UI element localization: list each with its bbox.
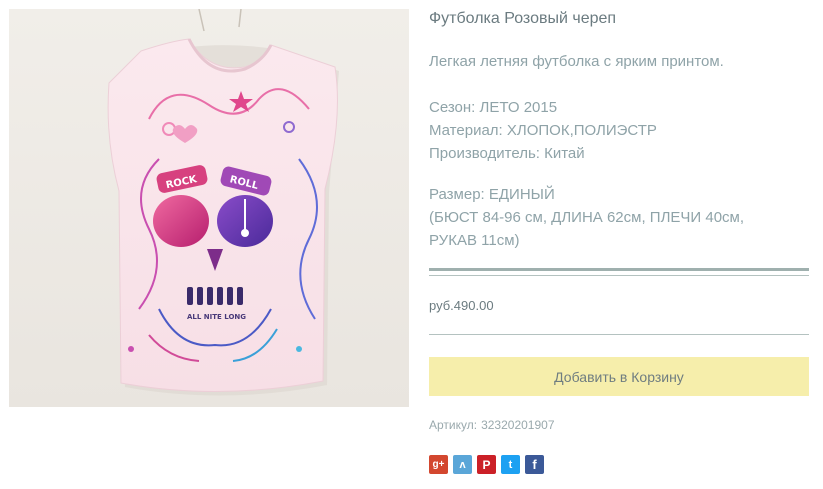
vk-icon[interactable]: ʌ: [453, 455, 472, 474]
spec-material: Материал: ХЛОПОК,ПОЛИЭСТР: [429, 122, 657, 139]
twitter-icon[interactable]: t: [501, 455, 520, 474]
size-measurements: (БЮСТ 84-96 см, ДЛИНА 62см, ПЛЕЧИ 40см,: [429, 209, 745, 226]
gplus-icon[interactable]: g+: [429, 455, 448, 474]
add-to-cart-button[interactable]: Добавить в Корзину: [429, 357, 809, 396]
product-title: Футболка Розовый череп: [429, 10, 617, 27]
spec-season: Сезон: ЛЕТО 2015: [429, 99, 558, 116]
tshirt-illustration: ROCK ROLL ALL NITE LONG: [9, 9, 409, 407]
spec-manufacturer: Производитель: Китай: [429, 145, 585, 162]
divider-thick: [429, 268, 809, 271]
facebook-icon[interactable]: f: [525, 455, 544, 474]
product-description: Легкая летняя футболка с ярким принтом.: [429, 53, 724, 70]
size-sleeve: РУКАВ 11см): [429, 232, 520, 249]
product-price: руб.490.00: [429, 298, 494, 313]
product-image[interactable]: ROCK ROLL ALL NITE LONG: [9, 9, 409, 407]
divider-thin: [429, 334, 809, 335]
pinterest-icon[interactable]: P: [477, 455, 496, 474]
sku-label: Артикул:: [429, 418, 478, 432]
print-tagline: ALL NITE LONG: [187, 313, 246, 321]
sku-value: 32320201907: [481, 418, 555, 432]
size-label: Размер: ЕДИНЫЙ: [429, 186, 555, 203]
product-specs: Сезон: ЛЕТО 2015 Материал: ХЛОПОК,ПОЛИЭС…: [429, 96, 744, 252]
divider-thin: [429, 275, 809, 276]
product-sku: Артикул: 32320201907: [429, 418, 559, 432]
share-buttons: g+ ʌ P t f: [429, 455, 544, 474]
